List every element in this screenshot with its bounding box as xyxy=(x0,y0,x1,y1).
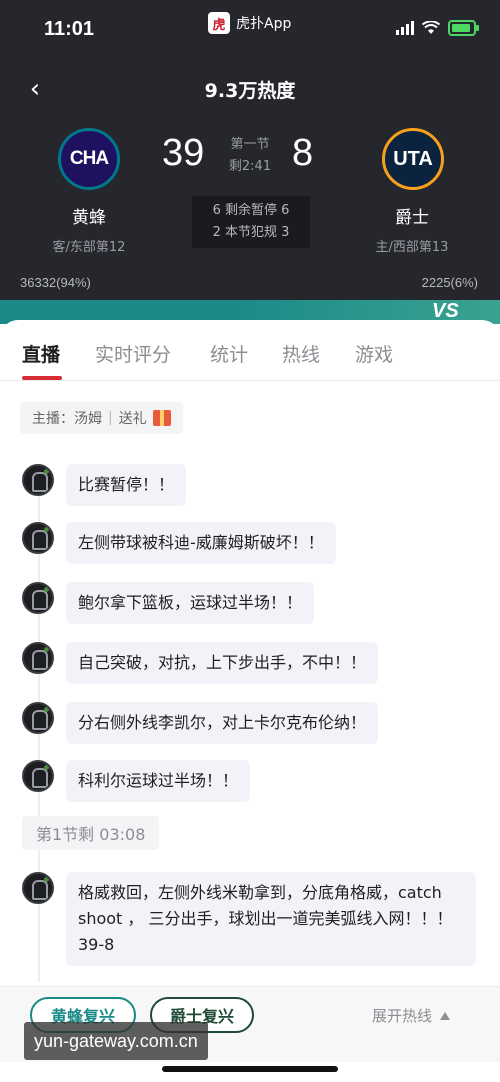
list-item: 左侧带球被科迪-威廉姆斯破坏！！ xyxy=(22,522,336,564)
message-bubble: 鲍尔拿下篮板，运球过半场！！ xyxy=(66,582,315,624)
tab-bar: 直播 实时评分 统计 热线 游戏 xyxy=(0,320,500,381)
message-bubble: 分右侧外线李凯尔，对上卡尔克布伦纳！ xyxy=(66,702,379,744)
away-team-name[interactable]: 爵士 xyxy=(352,203,472,228)
list-item: 分右侧外线李凯尔，对上卡尔克布伦纳！ xyxy=(22,702,379,744)
message-bubble: 自己突破，对抗，上下步出手，不中！！ xyxy=(66,642,379,684)
tab-stats[interactable]: 统计 xyxy=(210,340,248,367)
message-bubble: 格威救回，左侧外线米勒拿到，分底角格威，catch shoot ， 三分出手，球… xyxy=(66,872,476,966)
host-label: 主播：汤姆 xyxy=(32,411,102,427)
triangle-up-icon xyxy=(440,1011,450,1020)
game-stats-box: 6 剩余暂停 6 2 本节犯规 3 xyxy=(192,196,310,248)
avatar xyxy=(22,464,54,496)
status-bar: 11:01 虎 虎扑App xyxy=(0,0,500,60)
gift-icon[interactable] xyxy=(152,410,171,426)
home-team-name[interactable]: 黄蜂 xyxy=(29,203,149,228)
signal-icon xyxy=(396,21,414,35)
list-item: 比赛暂停！！ xyxy=(22,464,187,506)
tab-games[interactable]: 游戏 xyxy=(355,340,393,367)
home-indicator[interactable] xyxy=(162,1066,338,1072)
jazz-logo-icon[interactable]: UTA xyxy=(382,128,444,190)
tab-live-rating[interactable]: 实时评分 xyxy=(95,340,171,367)
avatar xyxy=(22,642,54,674)
status-time: 11:01 xyxy=(44,18,95,40)
list-item: 科利尔运球过半场！！ xyxy=(22,760,251,802)
message-bubble: 科利尔运球过半场！！ xyxy=(66,760,251,802)
avatar xyxy=(22,522,54,554)
list-item: 格威救回，左侧外线米勒拿到，分底角格威，catch shoot ， 三分出手，球… xyxy=(22,872,476,966)
away-support-count[interactable]: 2225(6%) xyxy=(422,275,478,290)
expand-hotline-button[interactable]: 展开热线 xyxy=(372,1005,450,1026)
wifi-icon xyxy=(422,21,440,34)
live-content: 直播 实时评分 统计 热线 游戏 主播：汤姆 | 送礼 比赛暂停！！ 左侧带球被… xyxy=(0,320,500,1082)
separator: | xyxy=(108,410,113,426)
period-fouls: 2 本节犯规 3 xyxy=(212,225,290,240)
page-title: 9.3万热度 xyxy=(204,80,296,102)
away-score: 8 xyxy=(292,132,314,174)
home-score: 39 xyxy=(162,132,205,174)
divider xyxy=(0,380,500,381)
away-team-rank: 主/西部第13 xyxy=(375,240,449,255)
list-item: 鲍尔拿下篮板，运球过半场！！ xyxy=(22,582,315,624)
tab-hotline[interactable]: 热线 xyxy=(282,340,320,367)
game-clock: 剩2:41 xyxy=(228,159,272,174)
avatar xyxy=(22,702,54,734)
message-bubble: 左侧带球被科迪-威廉姆斯破坏！！ xyxy=(66,522,336,564)
app-name: 虎扑App xyxy=(236,16,292,32)
gift-label[interactable]: 送礼 xyxy=(119,408,147,428)
list-item: 自己突破，对抗，上下步出手，不中！！ xyxy=(22,642,379,684)
host-info[interactable]: 主播：汤姆 | 送礼 xyxy=(20,402,183,434)
avatar xyxy=(22,760,54,792)
period-time-marker: 第1节剩 03:08 xyxy=(22,816,160,850)
game-header: 11:01 虎 虎扑App ‹ 9.3万热度 CHA UTA 黄蜂 爵士 客/东… xyxy=(0,0,500,324)
battery-icon xyxy=(448,20,479,36)
hupu-logo-icon: 虎 xyxy=(208,12,230,34)
status-icons xyxy=(396,20,479,36)
period-info: 第一节 剩2:41 xyxy=(222,134,278,178)
avatar xyxy=(22,582,54,614)
tab-live[interactable]: 直播 xyxy=(22,340,60,367)
period-label: 第一节 xyxy=(230,137,270,152)
timeouts-remaining: 6 剩余暂停 6 xyxy=(212,203,290,218)
watermark: yun-gateway.com.cn xyxy=(24,1022,208,1060)
home-support-count[interactable]: 36332(94%) xyxy=(20,275,91,290)
avatar xyxy=(22,872,54,904)
app-indicator: 虎 虎扑App xyxy=(208,10,291,36)
message-bubble: 比赛暂停！！ xyxy=(66,464,187,506)
hornets-logo-icon[interactable]: CHA xyxy=(58,128,120,190)
expand-hotline-label: 展开热线 xyxy=(371,1007,432,1025)
home-team-rank: 客/东部第12 xyxy=(52,240,126,255)
